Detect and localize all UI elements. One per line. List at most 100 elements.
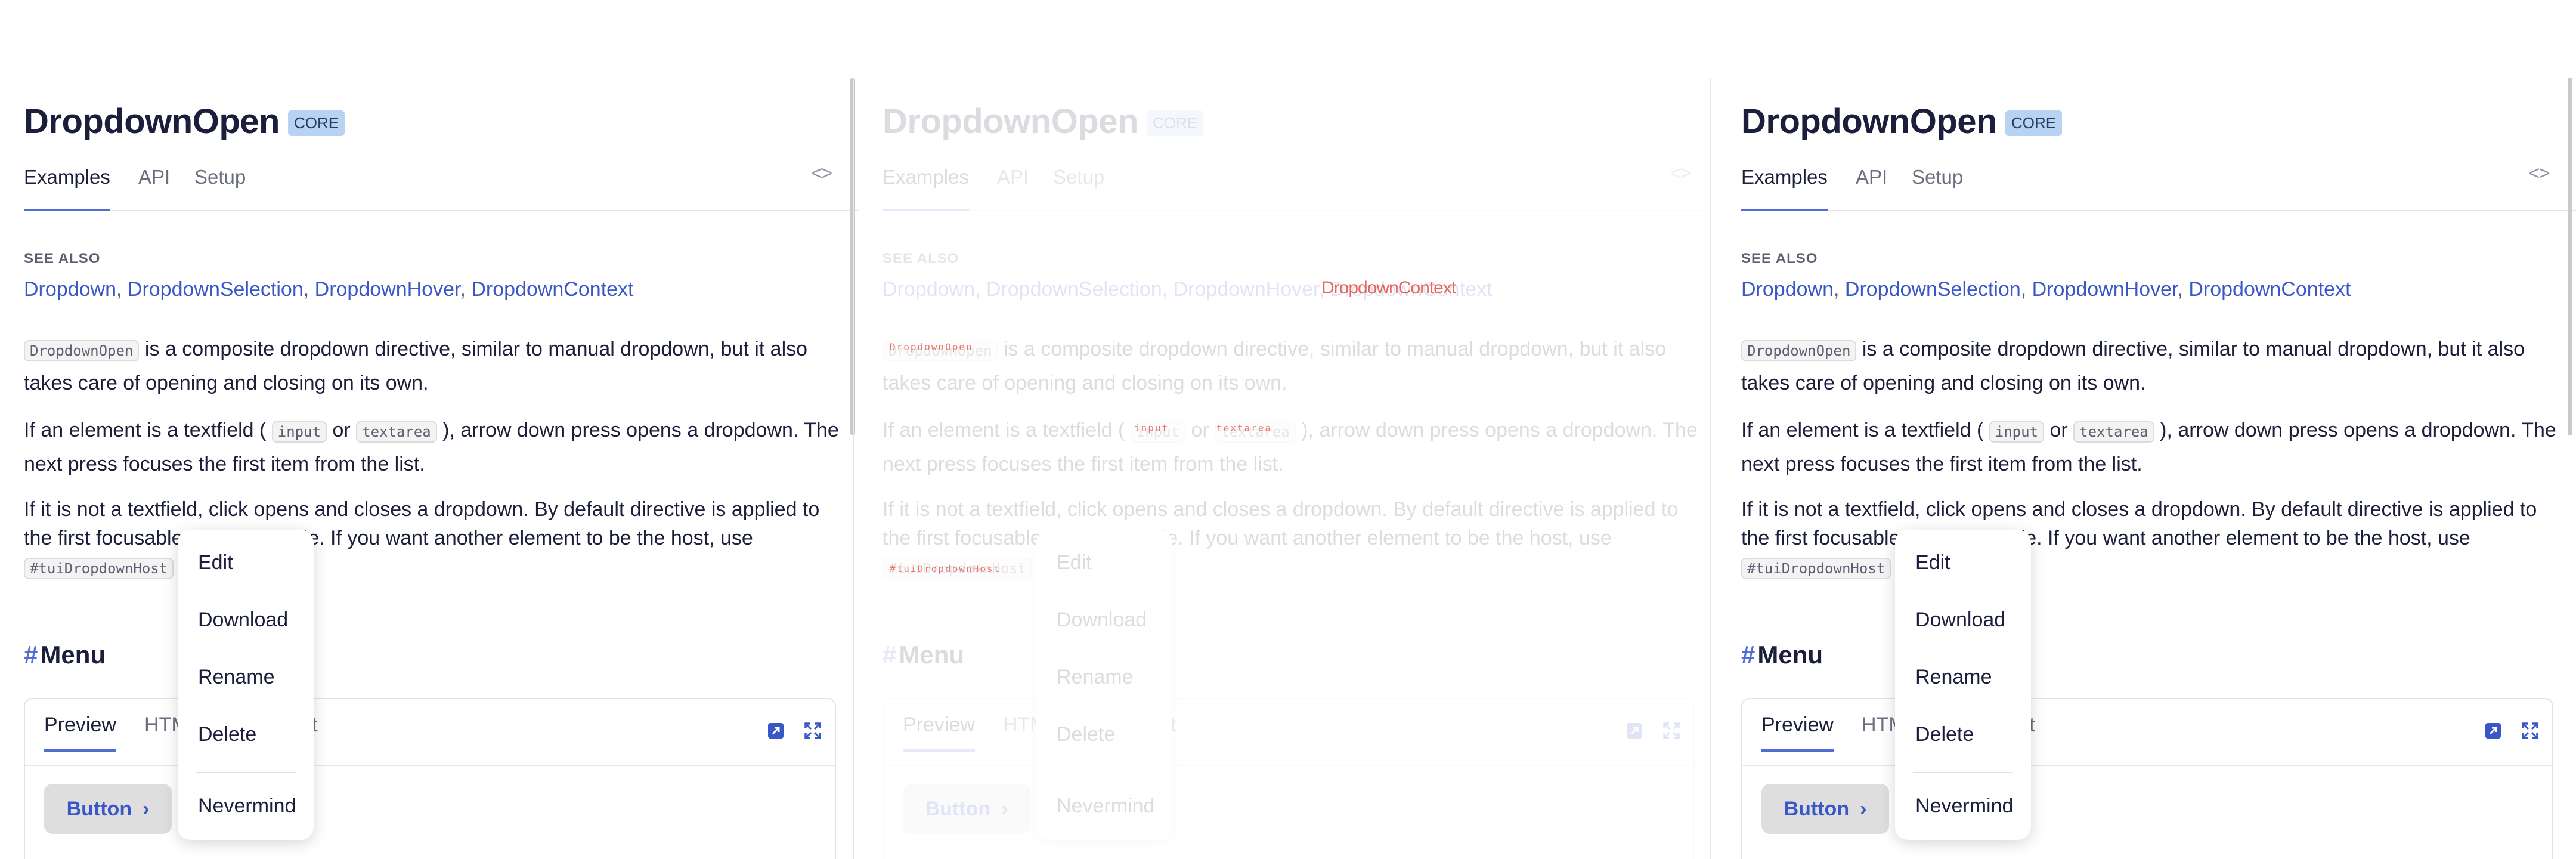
code-dropdown-host: #tuiDropdownHost: [24, 558, 174, 579]
demo-tabs: Preview HTML TypeScript: [1742, 699, 2552, 766]
link-dropdown-selection[interactable]: DropdownSelection: [1845, 278, 2021, 301]
open-in-new-icon[interactable]: [1626, 722, 1643, 740]
code-dropdown-host: #tuiDropdownHost: [1741, 558, 1891, 579]
section-title-menu: #Menu: [883, 641, 965, 669]
anchor-hash[interactable]: #: [1741, 641, 1755, 669]
link-dropdown-context[interactable]: DropdownContext: [2188, 278, 2351, 301]
render-artifact: DropdownContext: [1321, 278, 1456, 298]
dropdown-menu: Edit Download Rename Delete Nevermind: [178, 530, 314, 840]
tab-api[interactable]: API: [1856, 162, 1887, 209]
tab-api[interactable]: API: [997, 162, 1029, 209]
fullscreen-icon[interactable]: [1662, 722, 1680, 740]
dropdown-menu: Edit Download Rename Delete Nevermind: [1895, 530, 2031, 840]
panel-left: DropdownOpen CORE Examples API Setup <> …: [0, 0, 859, 859]
menu-item-download[interactable]: Download: [198, 608, 288, 632]
anchor-hash[interactable]: #: [24, 641, 38, 669]
menu-item-download[interactable]: Download: [1057, 608, 1147, 632]
code-input: input: [1989, 421, 2045, 443]
menu-item-rename[interactable]: Rename: [198, 666, 275, 689]
description-paragraph-2: If an element is a textfield ( input or …: [24, 419, 839, 475]
link-dropdown-hover[interactable]: DropdownHover: [315, 278, 460, 301]
code-toggle-icon[interactable]: <>: [1670, 162, 1691, 184]
demo-tab-preview[interactable]: Preview: [903, 713, 975, 752]
see-also-links: Dropdown, DropdownSelection, DropdownHov…: [1741, 278, 2351, 301]
tab-api[interactable]: API: [138, 162, 170, 209]
description-paragraph-3: If it is not a textfield, click opens an…: [24, 495, 841, 583]
panel-middle: DropdownOpen CORE Examples API Setup <> …: [859, 0, 1717, 859]
code-toggle-icon[interactable]: <>: [812, 162, 832, 184]
render-artifact: textarea: [1216, 422, 1272, 434]
demo-button[interactable]: Button ›: [1761, 784, 1889, 834]
chevron-right-icon: ›: [143, 797, 150, 820]
menu-divider: [1054, 772, 1154, 773]
code-toggle-icon[interactable]: <>: [2529, 162, 2550, 184]
tab-examples[interactable]: Examples: [24, 162, 110, 211]
description-paragraph-1: DropdownOpen is a composite dropdown dir…: [1741, 338, 2525, 394]
fullscreen-icon[interactable]: [804, 722, 822, 740]
menu-item-rename[interactable]: Rename: [1057, 666, 1134, 689]
tab-examples[interactable]: Examples: [1741, 162, 1828, 211]
panel-divider: [853, 78, 854, 859]
menu-item-edit[interactable]: Edit: [198, 551, 233, 574]
demo-button[interactable]: Button ›: [903, 784, 1030, 834]
open-in-new-icon[interactable]: [2484, 722, 2502, 740]
see-also-title: SEE ALSO: [883, 251, 959, 267]
render-artifact: #tuiDropdownHost: [890, 563, 1001, 574]
menu-divider: [196, 772, 296, 773]
code-dropdown-open: DropdownOpen: [24, 340, 140, 361]
menu-item-nevermind[interactable]: Nevermind: [1057, 795, 1154, 818]
link-dropdown[interactable]: Dropdown: [883, 278, 975, 301]
core-badge: CORE: [287, 110, 345, 136]
see-also-title: SEE ALSO: [1741, 251, 1818, 267]
menu-item-nevermind[interactable]: Nevermind: [1915, 795, 2013, 818]
page-title: DropdownOpen: [24, 102, 280, 141]
panel-divider: [1710, 78, 1711, 859]
tab-setup[interactable]: Setup: [1912, 162, 1963, 209]
menu-item-download[interactable]: Download: [1915, 608, 2005, 632]
code-input: input: [271, 421, 327, 443]
demo-tab-preview[interactable]: Preview: [1761, 713, 1834, 752]
scrollbar[interactable]: [2568, 78, 2572, 435]
menu-item-delete[interactable]: Delete: [1915, 723, 1974, 746]
tab-setup[interactable]: Setup: [1053, 162, 1104, 209]
description-paragraph-1: DropdownOpen is a composite dropdown dir…: [24, 338, 808, 394]
open-in-new-icon[interactable]: [767, 722, 785, 740]
link-dropdown-selection[interactable]: DropdownSelection: [128, 278, 304, 301]
code-dropdown-open: DropdownOpen: [1741, 340, 1857, 361]
description-paragraph-1: DropdownOpen is a composite dropdown dir…: [883, 338, 1667, 394]
menu-item-delete[interactable]: Delete: [1057, 723, 1115, 746]
code-textarea: textarea: [2073, 421, 2154, 443]
link-dropdown[interactable]: Dropdown: [1741, 278, 1834, 301]
tab-setup[interactable]: Setup: [194, 162, 246, 209]
page-header: DropdownOpen CORE: [883, 101, 1204, 141]
menu-item-rename[interactable]: Rename: [1915, 666, 1992, 689]
fullscreen-icon[interactable]: [2521, 722, 2539, 740]
page-tabs: Examples API Setup <>: [1741, 162, 2576, 211]
menu-item-edit[interactable]: Edit: [1057, 551, 1092, 574]
description-paragraph-3: If it is not a textfield, click opens an…: [1741, 495, 2558, 583]
page-title: DropdownOpen: [1741, 102, 1997, 141]
demo-box: Preview HTML TypeScript Button ›: [883, 698, 1695, 859]
see-also-links: Dropdown, DropdownSelection, DropdownHov…: [24, 278, 634, 301]
description-paragraph-3: If it is not a textfield, click opens an…: [883, 495, 1699, 583]
link-dropdown-hover[interactable]: DropdownHover: [1174, 278, 1319, 301]
link-dropdown-hover[interactable]: DropdownHover: [2032, 278, 2178, 301]
demo-tabs: Preview HTML TypeScript: [25, 699, 835, 766]
panel-right: DropdownOpen CORE Examples API Setup <> …: [1717, 0, 2576, 859]
page-header: DropdownOpen CORE: [24, 101, 345, 141]
link-dropdown[interactable]: Dropdown: [24, 278, 116, 301]
menu-item-edit[interactable]: Edit: [1915, 551, 1950, 574]
anchor-hash[interactable]: #: [883, 641, 896, 669]
menu-item-delete[interactable]: Delete: [198, 723, 256, 746]
menu-divider: [1913, 772, 2013, 773]
code-textarea: textarea: [356, 421, 437, 443]
demo-button[interactable]: Button ›: [44, 784, 172, 834]
page-header: DropdownOpen CORE: [1741, 101, 2063, 141]
link-dropdown-selection[interactable]: DropdownSelection: [986, 278, 1162, 301]
tab-examples[interactable]: Examples: [883, 162, 969, 211]
menu-item-nevermind[interactable]: Nevermind: [198, 795, 296, 818]
demo-box: Preview HTML TypeScript Button ›: [24, 698, 836, 859]
demo-tab-preview[interactable]: Preview: [44, 713, 116, 752]
demo-tabs: Preview HTML TypeScript: [884, 699, 1693, 766]
link-dropdown-context[interactable]: DropdownContext: [471, 278, 633, 301]
